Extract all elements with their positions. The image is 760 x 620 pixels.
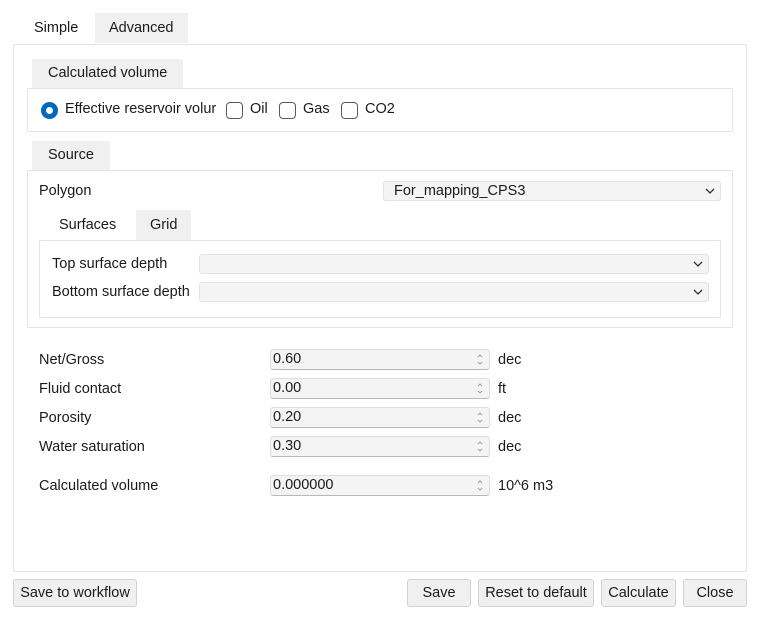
- net-gross-label: Net/Gross: [39, 352, 105, 368]
- save-button[interactable]: Save: [407, 579, 471, 607]
- checkbox-co2-label: CO2: [365, 101, 395, 117]
- bottom-surface-label: Bottom surface depth: [52, 284, 190, 300]
- porosity-value: 0.20: [273, 409, 302, 425]
- spin-arrows-icon[interactable]: [477, 353, 483, 366]
- bottom-surface-dropdown[interactable]: [199, 282, 709, 302]
- porosity-unit: dec: [498, 410, 522, 426]
- porosity-input[interactable]: 0.20: [270, 407, 490, 428]
- checkbox-co2[interactable]: [341, 102, 358, 119]
- calculate-button[interactable]: Calculate: [601, 579, 676, 607]
- calculated-volume-value: 0.000000: [273, 477, 334, 493]
- net-gross-unit: dec: [498, 352, 522, 368]
- checkbox-oil[interactable]: [226, 102, 243, 119]
- close-button[interactable]: Close: [683, 579, 747, 607]
- spin-arrows-icon[interactable]: [477, 411, 483, 424]
- reset-to-default-button[interactable]: Reset to default: [478, 579, 594, 607]
- save-to-workflow-button[interactable]: Save to workflow: [13, 579, 137, 607]
- spin-arrows-icon[interactable]: [477, 382, 483, 395]
- chevron-down-icon: [693, 289, 703, 295]
- chevron-down-icon: [705, 188, 715, 194]
- water-saturation-unit: dec: [498, 439, 522, 455]
- tab-calculated-volume[interactable]: Calculated volume: [32, 59, 184, 88]
- radio-effective-label: Effective reservoir volur: [65, 101, 216, 117]
- water-saturation-label: Water saturation: [39, 439, 145, 455]
- fluid-contact-unit: ft: [498, 381, 507, 397]
- tab-advanced[interactable]: Advanced: [95, 13, 188, 43]
- calculated-volume-input[interactable]: 0.000000: [270, 475, 490, 496]
- porosity-label: Porosity: [39, 410, 92, 426]
- calculated-volume-label: Calculated volume: [39, 478, 159, 494]
- fluid-contact-value: 0.00: [273, 380, 302, 396]
- tab-source[interactable]: Source: [32, 141, 110, 170]
- water-saturation-input[interactable]: 0.30: [270, 436, 490, 457]
- fluid-contact-label: Fluid contact: [39, 381, 122, 397]
- net-gross-value: 0.60: [273, 351, 302, 367]
- tab-simple[interactable]: Simple: [20, 13, 92, 43]
- surfaces-box: [39, 240, 721, 318]
- net-gross-input[interactable]: 0.60: [270, 349, 490, 370]
- tab-grid[interactable]: Grid: [136, 210, 192, 240]
- radio-effective-reservoir-volume[interactable]: [41, 102, 58, 119]
- polygon-dropdown-value: For_mapping_CPS3: [394, 183, 526, 199]
- tab-surfaces[interactable]: Surfaces: [45, 210, 130, 240]
- polygon-label: Polygon: [39, 183, 92, 199]
- water-saturation-value: 0.30: [273, 438, 302, 454]
- top-surface-dropdown[interactable]: [199, 254, 709, 274]
- checkbox-oil-label: Oil: [250, 101, 268, 117]
- spin-arrows-icon[interactable]: [477, 479, 483, 492]
- fluid-contact-input[interactable]: 0.00: [270, 378, 490, 399]
- checkbox-gas[interactable]: [279, 102, 296, 119]
- chevron-down-icon: [693, 261, 703, 267]
- polygon-dropdown[interactable]: For_mapping_CPS3: [383, 181, 721, 201]
- checkbox-gas-label: Gas: [303, 101, 330, 117]
- calculated-volume-unit: 10^6 m3: [498, 478, 554, 494]
- top-surface-label: Top surface depth: [52, 256, 168, 272]
- spin-arrows-icon[interactable]: [477, 440, 483, 453]
